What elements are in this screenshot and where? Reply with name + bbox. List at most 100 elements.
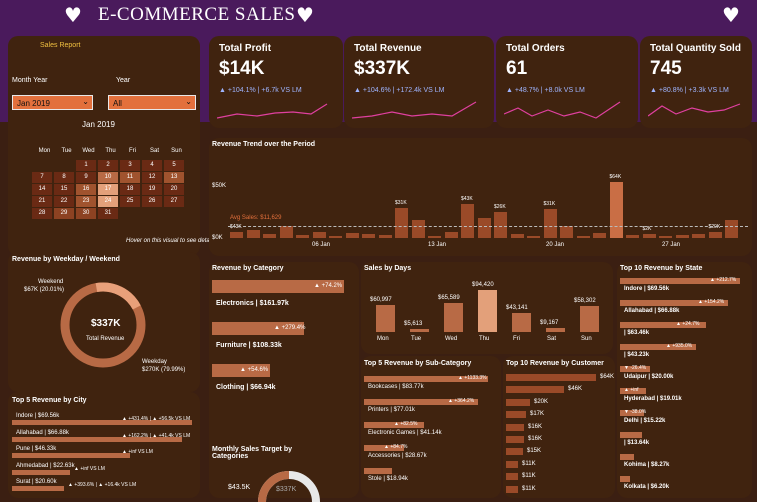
subcategory-label: Accessories | $28.67k (368, 453, 427, 459)
weekend-value: $67K (20.01%) (24, 287, 65, 293)
state-badge: ▲ +154.2% (698, 299, 725, 305)
trend-title: Revenue Trend over the Period (212, 141, 316, 148)
weekday-title: Revenue by Weekday / Weekend (12, 256, 120, 263)
trend-bar (279, 226, 293, 238)
trend-x-label: 20 Jan (546, 242, 565, 248)
city-badge: ▲ +inf VS LM (122, 449, 153, 455)
day-bar (376, 305, 395, 332)
calendar-day[interactable]: 22 (54, 196, 74, 207)
calendar-day[interactable]: 21 (32, 196, 52, 207)
calendar-day[interactable]: 26 (142, 196, 162, 207)
trend-data-label: $26K (494, 204, 506, 210)
state-label: Udaipur | $20.00k (624, 374, 674, 380)
trend-bar (543, 209, 557, 238)
calendar-day[interactable]: 9 (76, 172, 96, 183)
city-badge: ▲ +393.6% | ▲ +16.4k VS LM (68, 482, 137, 488)
customer-value: $64K (600, 374, 615, 380)
calendar-day[interactable]: 7 (32, 172, 52, 183)
calendar-day[interactable]: 8 (54, 172, 74, 183)
trend-x-label: 27 Jan (662, 242, 681, 248)
customer-bar (506, 460, 518, 468)
heart-icon: ♥ (722, 3, 740, 27)
subcategory-title: Top 5 Revenue by Sub-Category (364, 360, 472, 367)
trend-bar (675, 235, 689, 238)
state-badge: ▼ -26.4% (624, 365, 647, 371)
state-label: | $13.64k (624, 440, 650, 446)
day-label: Mon (377, 336, 389, 342)
trend-data-label: $31K (543, 201, 556, 207)
customer-value: $16K (528, 423, 543, 430)
customer-value: $16K (528, 436, 543, 442)
customer-bar (506, 436, 524, 443)
calendar-day[interactable]: 31 (98, 208, 118, 219)
state-badge: ▲ +24.7% (676, 321, 700, 327)
state-list: ▲ +212.7% Indore | $69.56k ▲ +154.2% Allaha… (620, 277, 750, 498)
trend-data-label: $31K (395, 200, 407, 206)
calendar-day[interactable]: 30 (76, 208, 96, 219)
kpi-label: Total Orders (506, 43, 565, 54)
category-title: Revenue by Category (212, 265, 284, 272)
calendar-day[interactable]: 24 (98, 196, 118, 207)
day-value: $5,613 (404, 321, 423, 327)
category-label: Clothing | $66.94k (216, 384, 276, 391)
calendar-day[interactable]: 12 (142, 172, 162, 183)
calendar-day[interactable]: 15 (54, 184, 74, 195)
subcategory-badge: ▲ +1133.3% (458, 375, 487, 381)
kpi-label: Total Profit (219, 43, 272, 54)
kpi-label: Total Quantity Sold (650, 43, 741, 54)
trend-bar (477, 218, 491, 238)
trend-data-label: $43K (230, 224, 242, 230)
state-label: Allahabad | $66.88k (624, 308, 680, 314)
calendar-day[interactable]: 10 (98, 172, 118, 183)
heart-icon: ♥ (64, 3, 82, 27)
calendar-day[interactable]: 29 (54, 208, 74, 219)
customer-value: $15K (527, 448, 542, 455)
calendar-day[interactable]: 20 (164, 184, 184, 195)
year-select[interactable]: All ⌄ (108, 95, 196, 110)
calendar-day[interactable]: 5 (164, 160, 184, 171)
subcategory-list: ▲ +1133.3% Bookcases | $83.77k ▲ +364.2% Pr… (364, 375, 496, 496)
year-value: All (113, 99, 122, 108)
weekday-label: Weekday (142, 359, 167, 365)
calendar-day[interactable]: 18 (120, 184, 140, 195)
calendar-day[interactable]: 28 (32, 208, 52, 219)
calendar-day[interactable]: 23 (76, 196, 96, 207)
calendar-day[interactable]: 19 (142, 184, 162, 195)
calendar-day[interactable]: 25 (120, 196, 140, 207)
calendar-day[interactable]: 11 (120, 172, 140, 183)
kpi-card-quantity: Total Quantity Sold 745 ▲ +80.8% | +3.3k V… (640, 36, 752, 128)
trend-bar (725, 220, 738, 238)
calendar-day[interactable]: 2 (98, 160, 118, 171)
calendar-day[interactable]: 17 (98, 184, 118, 195)
calendar-day[interactable]: 14 (32, 184, 52, 195)
calendar-day[interactable]: 3 (120, 160, 140, 171)
avg-line (228, 226, 748, 227)
customer-bar (506, 411, 526, 419)
kpi-sparkline (648, 103, 741, 117)
calendar-day[interactable]: 16 (76, 184, 96, 195)
calendar-day[interactable]: 4 (142, 160, 162, 171)
state-badge: ▲ +212.7% (710, 277, 737, 283)
state-badge: ▲ +935.0% (666, 343, 693, 349)
calendar-day[interactable]: 1 (76, 160, 96, 171)
calendar-title: Jan 2019 (82, 120, 115, 129)
trend-bar (362, 234, 375, 238)
trend-bar (296, 235, 309, 238)
month-year-select[interactable]: Jan 2019 ⌄ (12, 95, 93, 110)
calendar: Mon Tue Wed Thu Fri Sat Sun (32, 144, 189, 157)
subcategory-badge: ▲ +82.5% (394, 421, 418, 427)
calendar-day[interactable]: 27 (164, 196, 184, 207)
trend-bar (461, 204, 474, 238)
day-value: $43,141 (506, 305, 528, 311)
trend-bar (428, 236, 441, 238)
kpi-change: ▲ +104.1% | +6.7k VS LM (219, 87, 302, 94)
calendar-day[interactable]: 13 (164, 172, 184, 183)
trend-x-label: 13 Jan (428, 242, 447, 248)
day-bar (410, 329, 429, 332)
trend-bar (345, 233, 359, 238)
customer-value: $46K (568, 386, 583, 393)
weekday-value: $270K (79.99%) (142, 367, 186, 373)
kpi-card-orders: Total Orders 61 ▲ +48.7% | +8.0k VS LM (496, 36, 638, 128)
day-header: Tue (61, 147, 72, 154)
kpi-change: ▲ +104.6% | +172.4k VS LM (354, 87, 445, 94)
